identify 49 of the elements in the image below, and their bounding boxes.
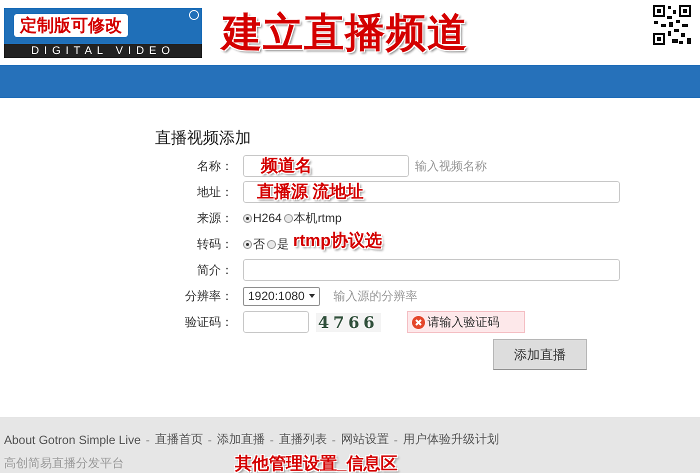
radio-label: 本机rtmp bbox=[294, 210, 342, 226]
annotation-text: rtmp协议选 bbox=[293, 230, 382, 252]
registered-mark-icon bbox=[189, 10, 199, 20]
input-field[interactable] bbox=[243, 155, 409, 177]
field-label: 简介： bbox=[196, 262, 233, 278]
field-label: 验证码： bbox=[184, 314, 233, 330]
radio-label: 否 bbox=[253, 236, 265, 252]
field-label: 地址： bbox=[196, 184, 233, 200]
page-title: 建立直播频道 bbox=[222, 10, 468, 57]
radio-button[interactable] bbox=[284, 214, 293, 222]
field-hint: 输入视频名称 bbox=[415, 158, 487, 174]
error-icon bbox=[412, 316, 425, 328]
input-field[interactable] bbox=[243, 259, 620, 281]
error-text: 请输入验证码 bbox=[428, 314, 500, 330]
footer-subtitle: 高创简易直播分发平台 bbox=[4, 455, 124, 472]
field-label: 分辨率： bbox=[184, 288, 233, 304]
footer-link[interactable]: About Gotron Simple Live bbox=[4, 432, 141, 446]
input-field[interactable] bbox=[243, 181, 620, 203]
footer-link[interactable]: 直播列表 bbox=[278, 431, 327, 448]
footer-link[interactable]: 用户体验升级计划 bbox=[402, 431, 499, 448]
logo-overlay-text: 定制版可修改 bbox=[14, 14, 128, 36]
radio-button[interactable] bbox=[243, 214, 252, 222]
submit-button[interactable]: 添加直播 bbox=[493, 339, 587, 370]
annotation-text: 频道名 bbox=[261, 155, 312, 177]
annotation-text: 其他管理设置_信息区 bbox=[235, 453, 398, 473]
form-title: 直播视频添加 bbox=[155, 128, 252, 149]
captcha-image: 4766 bbox=[316, 312, 381, 332]
qr-code-icon bbox=[652, 4, 692, 46]
captcha-field[interactable] bbox=[243, 311, 309, 333]
separator-dash: - bbox=[332, 432, 336, 446]
resolution-dropdown[interactable]: 1920:1080 bbox=[243, 286, 320, 306]
field-label: 转码： bbox=[196, 236, 233, 252]
footer-link[interactable]: 直播首页 bbox=[154, 431, 203, 448]
radio-label: H264 bbox=[253, 211, 282, 225]
annotation-text: 直播源 流地址 bbox=[257, 181, 364, 203]
field-hint: 输入源的分辨率 bbox=[334, 288, 418, 304]
field-label: 来源： bbox=[196, 210, 233, 226]
separator-dash: - bbox=[146, 432, 150, 446]
separator-dash: - bbox=[394, 432, 398, 446]
footer-link[interactable]: 添加直播 bbox=[216, 431, 265, 448]
logo-tagline: DIGITAL VIDEO bbox=[4, 44, 202, 58]
radio-button[interactable] bbox=[243, 240, 252, 248]
radio-label: 是 bbox=[277, 236, 289, 252]
separator-dash: - bbox=[208, 432, 212, 446]
separator-dash: - bbox=[270, 432, 274, 446]
footer-link[interactable]: 网站设置 bbox=[340, 431, 389, 448]
caret-icon bbox=[308, 294, 315, 298]
field-label: 名称： bbox=[196, 158, 233, 174]
radio-button[interactable] bbox=[267, 240, 276, 248]
